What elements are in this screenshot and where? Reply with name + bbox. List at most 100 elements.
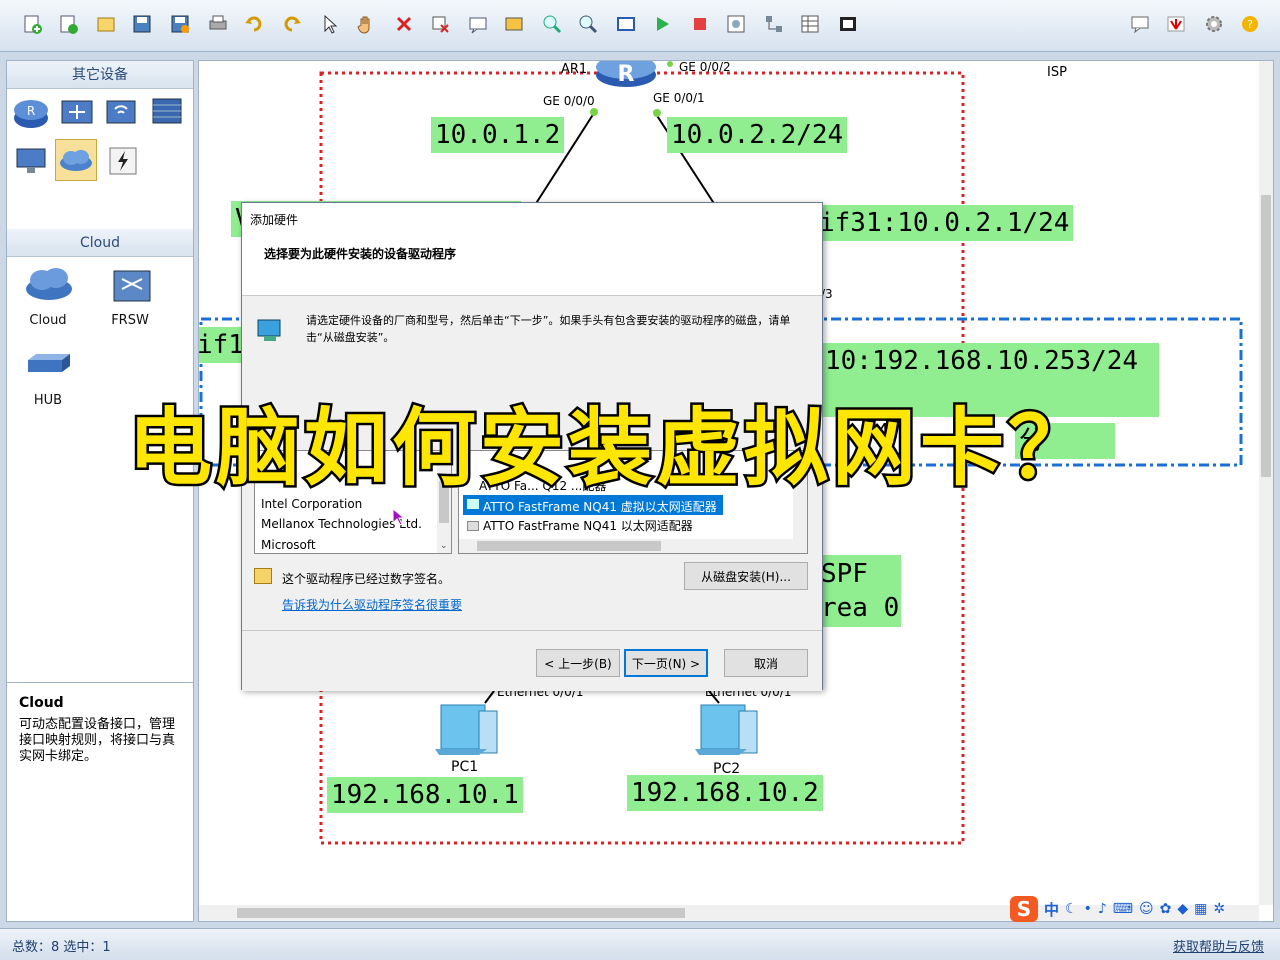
cloud-device-icon[interactable] bbox=[23, 263, 75, 303]
save-icon[interactable] bbox=[128, 10, 156, 38]
microphone-icon[interactable]: ♪ bbox=[1098, 901, 1107, 917]
frsw-device-icon[interactable] bbox=[109, 265, 155, 305]
hub-device-label: HUB bbox=[33, 393, 63, 408]
pc1-name-label: PC1 bbox=[451, 759, 479, 775]
screenshot-icon[interactable] bbox=[834, 10, 862, 38]
chat-icon[interactable] bbox=[1126, 10, 1154, 38]
lightning-device-icon[interactable] bbox=[103, 141, 143, 181]
sogou-logo-icon[interactable]: S bbox=[1010, 896, 1038, 922]
topology-icon[interactable] bbox=[760, 10, 788, 38]
model-horizontal-scrollbar[interactable] bbox=[459, 539, 793, 553]
skin-icon[interactable]: ✿ bbox=[1160, 901, 1172, 917]
firewall-device-icon[interactable] bbox=[147, 91, 187, 131]
open-icon[interactable] bbox=[92, 10, 120, 38]
cancel-button[interactable]: 取消 bbox=[724, 649, 808, 677]
zoom-in-icon[interactable] bbox=[538, 10, 566, 38]
cloud-device-label: Cloud bbox=[29, 313, 67, 328]
help-icon[interactable]: ? bbox=[1236, 10, 1264, 38]
new-example-icon[interactable] bbox=[54, 10, 82, 38]
help-feedback-link[interactable]: 获取帮助与反馈 bbox=[1173, 936, 1264, 955]
label-pc2-ip[interactable]: 192.168.10.2 bbox=[627, 775, 823, 811]
delete-icon[interactable] bbox=[390, 10, 418, 38]
frsw-device-label: FRSW bbox=[111, 313, 149, 328]
pc-device-icon[interactable] bbox=[11, 141, 51, 181]
main-toolbar: ? bbox=[0, 0, 1280, 52]
status-count: 总数：8 选中：1 bbox=[12, 940, 111, 955]
model-item-selected-label: ATTO FastFrame NQ41 虚拟以太网适配器 bbox=[483, 500, 717, 514]
save-as-icon[interactable] bbox=[166, 10, 194, 38]
port-dot-left bbox=[590, 108, 598, 116]
moon-icon[interactable]: ☾ bbox=[1065, 901, 1078, 917]
have-disk-button[interactable]: 从磁盘安装(H)... bbox=[684, 562, 808, 590]
new-topology-icon[interactable] bbox=[18, 10, 46, 38]
back-button[interactable]: < 上一步(B) bbox=[536, 649, 620, 677]
huawei-logo-icon[interactable] bbox=[1162, 10, 1190, 38]
dialog-heading: 选择要为此硬件安装的设备驱动程序 bbox=[264, 247, 457, 261]
info-description: 可动态配置设备接口，管理接口映射规则，将接口与真实网卡绑定。 bbox=[19, 717, 176, 764]
print-icon[interactable] bbox=[204, 10, 232, 38]
dialog-separator bbox=[242, 630, 822, 631]
cloud-category-selected-icon[interactable] bbox=[55, 139, 97, 181]
settings-gear-icon[interactable] bbox=[1200, 10, 1228, 38]
section-cloud[interactable]: Cloud bbox=[7, 229, 193, 257]
ime-toolbar: S 中 ☾ • ♪ ⌨ ☺ ✿ ◆ ▦ ✲ bbox=[1006, 894, 1280, 924]
isp-label: ISP bbox=[1047, 65, 1067, 80]
signed-driver-text: 这个驱动程序已经过数字签名。 bbox=[282, 572, 451, 586]
redo-icon[interactable] bbox=[278, 10, 306, 38]
undo-icon[interactable] bbox=[240, 10, 268, 38]
driver-signing-link[interactable]: 告诉我为什么驱动程序签名很重要 bbox=[282, 596, 462, 613]
fit-window-icon[interactable] bbox=[612, 10, 640, 38]
next-button[interactable]: 下一页(N) > bbox=[624, 649, 708, 677]
hub-device-icon[interactable] bbox=[23, 343, 75, 383]
wireless-ap-icon[interactable] bbox=[101, 91, 141, 131]
start-device-icon[interactable] bbox=[648, 10, 676, 38]
model-item-selected[interactable]: ATTO FastFrame NQ41 虚拟以太网适配器 bbox=[463, 495, 723, 515]
hand-pan-icon[interactable] bbox=[352, 10, 380, 38]
dialog-instruction: 请选定硬件设备的厂商和型号，然后单击“下一步”。如果手头有包含要安装的驱动程序的… bbox=[306, 314, 791, 344]
svg-text:?: ? bbox=[1247, 18, 1253, 31]
network-adapter-icon bbox=[256, 318, 286, 348]
link-pc1 bbox=[484, 690, 495, 704]
model-h-scroll-thumb[interactable] bbox=[477, 541, 661, 551]
label-ospf-line2: rea 0 bbox=[821, 593, 900, 623]
port-ge002-label: GE 0/0/2 bbox=[679, 60, 731, 74]
gamepad-icon[interactable]: ◆ bbox=[1177, 901, 1188, 917]
port-ge000-label: GE 0/0/0 bbox=[543, 94, 595, 108]
capture-icon[interactable] bbox=[722, 10, 750, 38]
section-other-devices[interactable]: 其它设备 bbox=[7, 61, 193, 89]
mouse-cursor-icon bbox=[392, 507, 406, 530]
device-info-box: Cloud 可动态配置设备接口，管理接口映射规则，将接口与真实网卡绑定。 bbox=[6, 682, 194, 922]
select-pointer-icon[interactable] bbox=[316, 10, 344, 38]
label-if31[interactable]: if31:10.0.2.1/24 bbox=[815, 205, 1074, 241]
label-ip-10-0-1-2[interactable]: 10.0.1.2 bbox=[431, 117, 565, 153]
text-note-icon[interactable] bbox=[464, 10, 492, 38]
vertical-scrollbar[interactable] bbox=[1259, 61, 1273, 905]
keyboard-icon[interactable]: ⌨ bbox=[1113, 901, 1133, 917]
label-pc1-ip[interactable]: 192.168.10.1 bbox=[327, 777, 523, 813]
punctuation-icon[interactable]: • bbox=[1084, 901, 1092, 917]
stop-device-icon[interactable] bbox=[686, 10, 714, 38]
svg-text:R: R bbox=[27, 104, 35, 118]
router-device-icon[interactable]: R bbox=[11, 93, 51, 133]
zoom-out-icon[interactable] bbox=[574, 10, 602, 38]
model-item[interactable]: ATTO FastFrame NQ41 以太网适配器 bbox=[483, 517, 693, 534]
vertical-scroll-thumb[interactable] bbox=[1261, 195, 1271, 477]
label-ip-10-0-2-2[interactable]: 10.0.2.2/24 bbox=[667, 117, 848, 153]
switch-device-icon[interactable] bbox=[57, 91, 97, 131]
grid-menu-icon[interactable]: ▦ bbox=[1194, 901, 1207, 917]
table-icon[interactable] bbox=[796, 10, 824, 38]
certificate-icon bbox=[254, 568, 272, 584]
user-icon[interactable]: ☺ bbox=[1139, 901, 1154, 917]
ime-settings-icon[interactable]: ✲ bbox=[1213, 901, 1225, 917]
scroll-down-icon[interactable]: ⌄ bbox=[440, 541, 448, 551]
pc2-icon bbox=[695, 704, 758, 755]
adapter-small-icon bbox=[467, 499, 479, 509]
dialog-title: 添加硬件 bbox=[250, 213, 299, 227]
delete-link-icon[interactable] bbox=[426, 10, 454, 38]
ime-language-toggle[interactable]: 中 bbox=[1044, 899, 1059, 920]
horizontal-scroll-thumb[interactable] bbox=[237, 908, 685, 918]
palette-icon[interactable] bbox=[500, 10, 528, 38]
manufacturer-item[interactable]: Intel Corporation bbox=[261, 497, 362, 511]
label-ospf-area[interactable]: SPF rea 0 bbox=[817, 555, 901, 627]
manufacturer-item[interactable]: Microsoft bbox=[261, 538, 316, 552]
